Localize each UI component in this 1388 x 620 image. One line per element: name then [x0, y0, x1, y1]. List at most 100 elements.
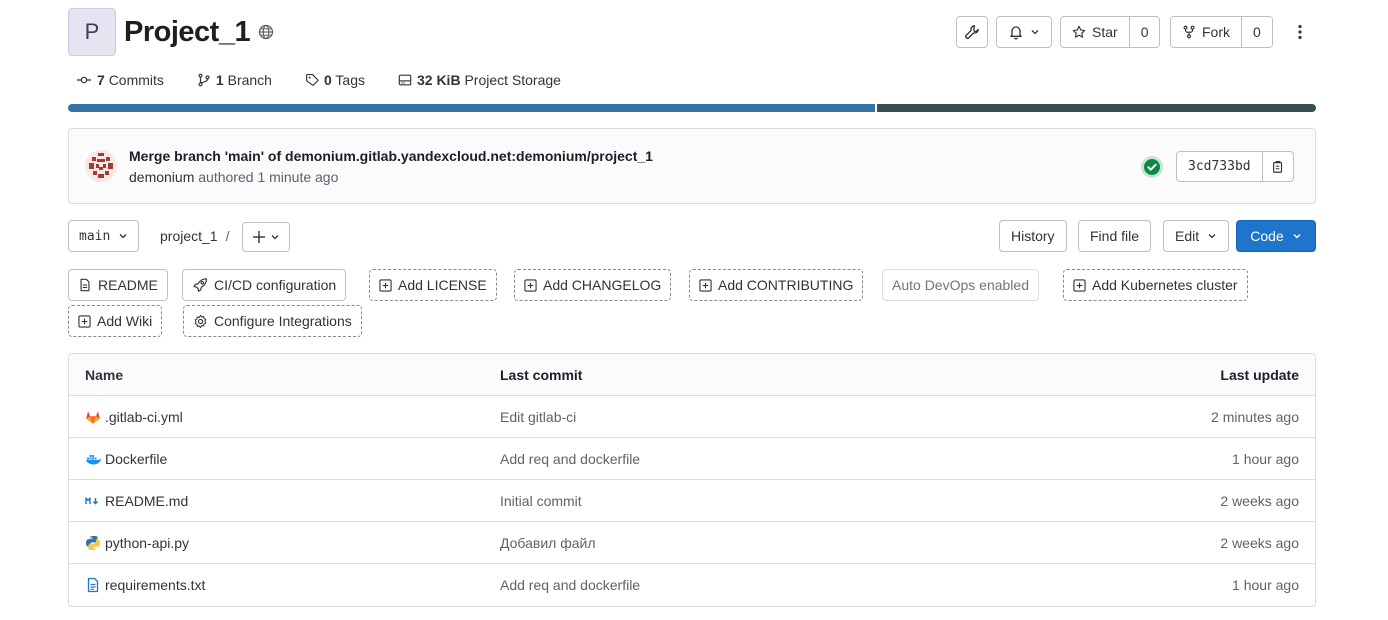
- project-name: Project_1: [124, 16, 251, 48]
- gitlab-icon: [85, 409, 101, 425]
- chevron-down-icon: [1030, 27, 1040, 37]
- storage-icon: [398, 73, 412, 87]
- table-row: .gitlab-ci.yml Edit gitlab-ci 2 minutes …: [69, 396, 1315, 438]
- commit-sha-group: 3cd733bd: [1176, 151, 1294, 182]
- repository-language-bar[interactable]: [68, 104, 1316, 112]
- readme-shortcut[interactable]: README: [68, 269, 168, 301]
- chevron-down-icon: [1292, 231, 1302, 241]
- docker-icon: [85, 451, 101, 467]
- edit-button[interactable]: Edit: [1163, 220, 1230, 252]
- configure-integrations-shortcut[interactable]: Configure Integrations: [183, 305, 362, 337]
- breadcrumb-project[interactable]: project_1: [160, 228, 218, 244]
- project-avatar[interactable]: P: [68, 8, 116, 56]
- last-commit-link[interactable]: Initial commit: [500, 493, 582, 509]
- table-row: python-api.py Добавил файл 2 weeks ago: [69, 522, 1315, 564]
- project-stats: 7 Commits 1 Branch 0 Tags 32 KiB Project…: [76, 70, 594, 90]
- table-row: Dockerfile Add req and dockerfile 1 hour…: [69, 438, 1315, 480]
- star-count[interactable]: 0: [1128, 17, 1160, 47]
- last-commit-link[interactable]: Add req and dockerfile: [500, 577, 640, 593]
- stat-tags[interactable]: 0 Tags: [305, 72, 365, 88]
- settings-icon: [193, 314, 208, 329]
- last-update: 2 minutes ago: [1211, 408, 1299, 425]
- notifications-button[interactable]: [996, 16, 1052, 48]
- add-kubernetes-cluster-shortcut[interactable]: Add Kubernetes cluster: [1063, 269, 1248, 301]
- stat-branches[interactable]: 1 Branch: [197, 72, 272, 88]
- avatar[interactable]: [85, 150, 117, 182]
- python-icon: [85, 535, 101, 551]
- last-update: 2 weeks ago: [1220, 492, 1299, 509]
- branch-switcher[interactable]: main: [68, 220, 140, 252]
- commit-time: 1 minute ago: [257, 169, 339, 185]
- fork-button[interactable]: Fork: [1171, 17, 1241, 47]
- commit-author[interactable]: demonium: [129, 169, 194, 185]
- commit-title[interactable]: Merge branch 'main' of demonium.gitlab.y…: [129, 148, 653, 164]
- copy-sha-button[interactable]: [1261, 152, 1293, 181]
- rocket-icon: [192, 277, 208, 293]
- last-commit-link[interactable]: Добавил файл: [500, 535, 596, 551]
- column-header-last-commit: Last commit: [500, 366, 583, 383]
- file-link[interactable]: python-api.py: [85, 535, 189, 551]
- chevron-down-icon: [1207, 231, 1217, 241]
- commit-icon: [76, 74, 92, 86]
- code-button[interactable]: Code: [1236, 220, 1316, 252]
- history-button[interactable]: History: [999, 220, 1067, 252]
- tag-icon: [305, 73, 319, 87]
- language-segment[interactable]: [877, 104, 1316, 112]
- more-actions-button[interactable]: [1286, 16, 1314, 48]
- add-changelog-shortcut[interactable]: Add CHANGELOG: [514, 269, 672, 301]
- fork-button-group: Fork 0: [1170, 16, 1273, 48]
- star-button-group: Star 0: [1060, 16, 1161, 48]
- add-to-tree-button[interactable]: [242, 222, 290, 252]
- star-button[interactable]: Star: [1061, 17, 1129, 47]
- column-header-name: Name: [85, 366, 124, 383]
- commit-sha[interactable]: 3cd733bd: [1177, 152, 1262, 181]
- language-segment[interactable]: [68, 104, 878, 112]
- admin-button[interactable]: [956, 16, 988, 48]
- stat-storage[interactable]: 32 KiB Project Storage: [398, 72, 561, 88]
- plus-square-icon: [699, 278, 712, 292]
- star-icon: [1072, 25, 1086, 39]
- auto-devops-shortcut[interactable]: Auto DevOps enabled: [882, 269, 1039, 301]
- table-row: requirements.txt Add req and dockerfile …: [69, 564, 1315, 606]
- chevron-down-icon: [118, 231, 128, 241]
- add-wiki-shortcut[interactable]: Add Wiki: [68, 305, 163, 337]
- markdown-icon: [85, 493, 101, 509]
- stat-commits[interactable]: 7 Commits: [76, 72, 164, 88]
- globe-icon: [258, 24, 274, 40]
- plus-square-icon: [524, 278, 537, 292]
- plus-square-icon: [379, 278, 392, 292]
- wrench-icon: [964, 24, 980, 40]
- page-title: Project_1: [124, 12, 274, 52]
- last-update: 1 hour ago: [1232, 450, 1299, 467]
- branch-icon: [197, 73, 211, 87]
- last-update: 1 hour ago: [1232, 577, 1299, 593]
- kebab-menu-icon: [1298, 24, 1302, 40]
- plus-square-icon: [1073, 278, 1086, 292]
- file-link[interactable]: .gitlab-ci.yml: [85, 409, 183, 425]
- copy-icon: [1271, 160, 1285, 174]
- breadcrumb: project_1/: [160, 228, 230, 244]
- file-tree-table: Name Last commit Last update .gitlab-ci.…: [68, 353, 1316, 607]
- fork-icon: [1182, 25, 1196, 39]
- last-commit-link[interactable]: Edit gitlab-ci: [500, 409, 576, 425]
- file-icon: [78, 278, 92, 292]
- add-contributing-shortcut[interactable]: Add CONTRIBUTING: [689, 269, 864, 301]
- last-commit-link[interactable]: Add req and dockerfile: [500, 451, 640, 467]
- plus-icon: [252, 230, 266, 244]
- cicd-configuration-shortcut[interactable]: CI/CD configuration: [182, 269, 347, 301]
- plus-square-icon: [78, 314, 91, 328]
- commit-meta: demonium authored 1 minute ago: [129, 169, 339, 185]
- add-license-shortcut[interactable]: Add LICENSE: [369, 269, 497, 301]
- text-file-icon: [85, 577, 101, 593]
- file-link[interactable]: requirements.txt: [85, 577, 205, 593]
- chevron-down-icon: [270, 232, 280, 242]
- last-update: 2 weeks ago: [1220, 534, 1299, 551]
- file-link[interactable]: Dockerfile: [85, 451, 167, 467]
- table-header: Name Last commit Last update: [69, 354, 1315, 396]
- find-file-button[interactable]: Find file: [1078, 220, 1152, 252]
- bell-icon: [1008, 24, 1024, 40]
- file-link[interactable]: README.md: [85, 493, 188, 509]
- pipeline-status-icon[interactable]: [1140, 155, 1164, 179]
- last-commit-panel: Merge branch 'main' of demonium.gitlab.y…: [68, 128, 1316, 204]
- fork-count[interactable]: 0: [1241, 17, 1272, 47]
